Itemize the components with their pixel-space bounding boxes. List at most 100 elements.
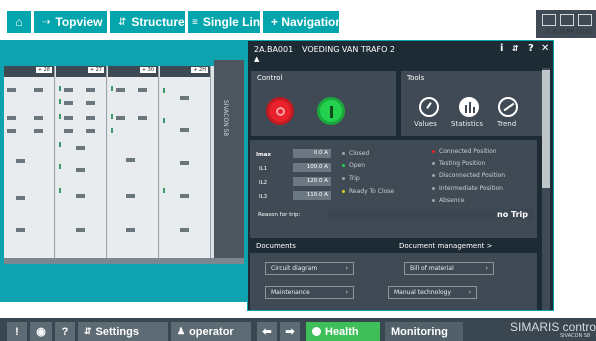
- collapse-arrow-icon[interactable]: ▲: [254, 55, 259, 63]
- column-label: + 28: [35, 67, 52, 73]
- column-label: + 2H: [191, 67, 208, 73]
- measure-label: Imax: [256, 152, 272, 158]
- switchgear-cabinet[interactable]: + 28 + 27 + 30 + 2H: [4, 66, 214, 258]
- reason-for-trip-field: no Trip: [328, 209, 534, 220]
- help-icon[interactable]: ?: [528, 43, 534, 54]
- navigation-button[interactable]: + Navigation: [263, 11, 343, 33]
- reason-for-trip-label: Reason for trip:: [258, 212, 301, 218]
- position-intermediate: Intermediate Position: [432, 185, 503, 192]
- forward-button[interactable]: ➡: [280, 322, 300, 341]
- tool-values[interactable]: Values: [414, 120, 437, 128]
- chevron-right-icon: ›: [485, 265, 488, 272]
- measure-value: 120.0 A: [293, 177, 331, 186]
- trend-icon[interactable]: [498, 97, 518, 117]
- cabinet-base: [4, 258, 244, 264]
- keyboard-icon[interactable]: [542, 14, 556, 26]
- brand-name: SIMARIS contro: [510, 320, 596, 334]
- cabinet-column[interactable]: + 27: [56, 66, 107, 258]
- cabinet-column[interactable]: + 28: [4, 66, 55, 258]
- measure-label: IL1: [259, 166, 268, 172]
- position-connected: Connected Position: [432, 148, 497, 155]
- chevron-right-icon: ›: [468, 289, 471, 296]
- tools-title: Tools: [407, 74, 425, 82]
- close-window-icon[interactable]: [578, 14, 592, 26]
- structure-icon[interactable]: ⇵: [512, 44, 519, 53]
- globe-icon: ◉: [36, 326, 46, 338]
- position-disconnected: Disconnected Position: [432, 172, 505, 179]
- side-label: SIVACON S8: [222, 100, 229, 137]
- top-bar: ⌂ ⇢ Topview ⇵ Structure ≡ Single Line + …: [0, 0, 596, 38]
- status-dot-icon: [342, 177, 345, 180]
- exclamation-icon: !: [15, 325, 19, 338]
- panel-scrollbar-thumb[interactable]: [542, 70, 550, 188]
- reason-for-trip-value: no Trip: [497, 210, 528, 219]
- column-label: + 30: [139, 67, 156, 73]
- status-dot-icon: [432, 199, 435, 202]
- structure-icon: ⇵: [118, 16, 127, 28]
- state-ready-to-close: Ready To Close: [342, 188, 394, 195]
- tool-statistics[interactable]: Statistics: [451, 120, 483, 128]
- status-dot-icon: [342, 164, 345, 167]
- open-breaker-button[interactable]: [317, 97, 345, 125]
- status-dot-icon: [342, 152, 345, 155]
- topview-button[interactable]: ⇢ Topview: [34, 11, 107, 33]
- close-breaker-button[interactable]: [266, 97, 294, 125]
- position-testing: Testing Position: [432, 160, 485, 167]
- fullscreen-icon[interactable]: [560, 14, 574, 26]
- status-dot-icon: [432, 187, 435, 190]
- documents-title: Documents: [256, 242, 296, 250]
- status-dot-icon: [432, 150, 435, 153]
- measure-label: IL2: [259, 180, 268, 186]
- help-button[interactable]: ?: [55, 322, 75, 341]
- cabinet-column[interactable]: + 30: [108, 66, 159, 258]
- monitoring-button[interactable]: Monitoring: [385, 322, 463, 341]
- circuit-diagram-button[interactable]: Circuit diagram ›: [265, 262, 354, 275]
- on-symbol-icon: [330, 106, 333, 118]
- state-trip: Trip: [342, 175, 360, 182]
- measure-value: 100.0 A: [293, 163, 331, 172]
- back-button[interactable]: ⬅: [257, 322, 277, 341]
- document-management-link[interactable]: Document management >: [399, 242, 492, 250]
- structure-button[interactable]: ⇵ Structure: [110, 11, 185, 33]
- state-closed: Closed: [342, 150, 369, 157]
- measure-value: 0.0 A: [293, 149, 331, 158]
- state-open: Open: [342, 162, 365, 169]
- operator-button[interactable]: ♟ operator: [171, 322, 251, 341]
- bill-of-material-button[interactable]: Bill of material ›: [404, 262, 494, 275]
- clock: 2:20:16 PM 10/22/: [546, 29, 592, 35]
- alarm-button[interactable]: !: [7, 322, 27, 341]
- cabinet-side-panel: SIVACON S8: [214, 60, 244, 258]
- cabinet-column[interactable]: + 2H: [160, 66, 211, 258]
- values-gauge-icon[interactable]: [419, 97, 439, 117]
- chevron-right-icon: ›: [345, 265, 348, 272]
- maintenance-button[interactable]: Maintenance ›: [265, 286, 354, 299]
- column-label: + 27: [87, 67, 104, 73]
- manual-technology-button[interactable]: Manual technology ›: [388, 286, 477, 299]
- health-icon: [312, 327, 321, 336]
- close-icon[interactable]: ✕: [541, 43, 549, 54]
- status-dot-icon: [432, 162, 435, 165]
- home-button[interactable]: ⌂: [7, 11, 31, 33]
- measure-value: 110.0 A: [293, 191, 331, 200]
- single-line-button[interactable]: ≡ Single Line: [188, 11, 267, 33]
- arrow-right-icon: ➡: [285, 326, 295, 338]
- status-dot-icon: [432, 174, 435, 177]
- settings-icon: ⇵: [84, 326, 92, 336]
- statistics-icon[interactable]: [459, 97, 479, 117]
- help-icon: ?: [61, 325, 69, 338]
- arrow-left-icon: ⬅: [262, 326, 272, 338]
- off-symbol-icon: [276, 107, 285, 116]
- single-line-icon: ≡: [192, 16, 198, 28]
- language-button[interactable]: ◉: [30, 322, 52, 341]
- settings-button[interactable]: ⇵ Settings: [78, 322, 168, 341]
- health-button[interactable]: Health: [306, 322, 380, 341]
- home-icon: ⌂: [15, 15, 23, 29]
- chevron-right-icon: ›: [345, 289, 348, 296]
- tool-trend[interactable]: Trend: [497, 120, 516, 128]
- brand-subtitle: SIVACON S8: [560, 333, 591, 339]
- user-icon: ♟: [177, 326, 186, 336]
- control-title: Control: [257, 74, 283, 82]
- info-icon[interactable]: i: [500, 43, 503, 54]
- measure-label: IL3: [259, 194, 268, 200]
- feeder-title: VOEDING VAN TRAFO 2: [302, 45, 396, 54]
